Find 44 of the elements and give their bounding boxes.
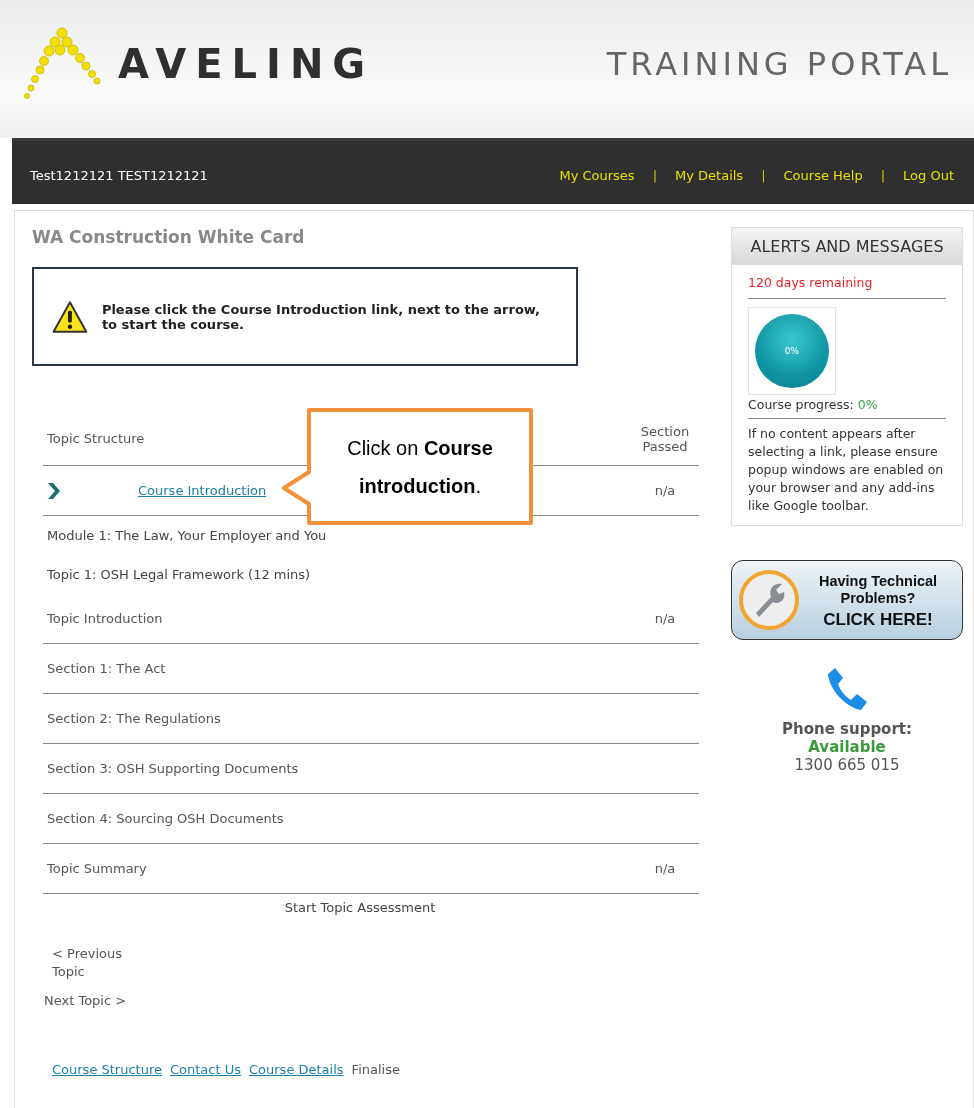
- tech-support-button[interactable]: Having Technical Problems? CLICK HERE!: [731, 560, 963, 640]
- section-heading: Module 1: The Law, Your Employer and You: [47, 528, 327, 543]
- nav-link[interactable]: My Details: [675, 168, 744, 183]
- assessment-link[interactable]: Start Topic Assessment: [284, 900, 436, 915]
- nav-link[interactable]: My Courses: [559, 168, 635, 183]
- progress-orb: 0%: [755, 314, 829, 388]
- course-title: WA Construction White Card: [32, 227, 306, 247]
- topic-item[interactable]: Topic Introduction: [47, 611, 163, 626]
- phone-number: 1300 665 015: [794, 756, 900, 774]
- brand-name: AVELING: [118, 41, 375, 87]
- callout: Click on Course introduction.: [281, 408, 533, 525]
- days-remaining: 120 days remaining: [748, 275, 946, 299]
- panel-header: ALERTS AND MESSAGES: [731, 227, 963, 265]
- user-name: Test1212121 TEST1212121: [30, 168, 208, 183]
- portal-title: TRAINING PORTAL: [606, 45, 952, 83]
- notice-text: Please click the Course Introduction link, next to the arrow, to start the course.: [101, 301, 541, 332]
- passed-status: n/a: [653, 861, 677, 876]
- passed-status: n/a: [653, 611, 677, 626]
- previous-topic-link[interactable]: < Previous Topic: [52, 945, 132, 981]
- topic-item[interactable]: Section 2: The Regulations: [47, 711, 221, 726]
- topic-item[interactable]: Section 4: Sourcing OSH Documents: [47, 811, 284, 826]
- phone-status: Available: [808, 738, 886, 756]
- phone-support-label: Phone support:: [782, 720, 912, 738]
- nav-separator: |: [652, 168, 657, 183]
- column-header: Topic Structure: [47, 431, 145, 446]
- passed-status: n/a: [653, 483, 677, 498]
- section-heading: Topic 1: OSH Legal Framework (12 mins): [47, 567, 311, 582]
- footer-text: Finalise: [351, 1062, 400, 1077]
- nav-link[interactable]: Course Help: [783, 168, 863, 183]
- topic-item[interactable]: Topic Summary: [47, 861, 147, 876]
- column-header: Section Passed: [639, 423, 691, 454]
- chevron-icon: [47, 482, 61, 499]
- topic-item[interactable]: Section 1: The Act: [47, 661, 166, 676]
- popup-note: If no content appears after selecting a link, please ensure popup windows are enabled on your browser and any add-ins like Google toolbar.: [748, 425, 945, 515]
- footer-link[interactable]: Course Details: [249, 1062, 344, 1077]
- footer-link[interactable]: Contact Us: [170, 1062, 241, 1077]
- wrench-icon: [738, 569, 800, 631]
- nav-separator: |: [761, 168, 766, 183]
- nav-link[interactable]: Log Out: [903, 168, 954, 183]
- topic-item[interactable]: Section 3: OSH Supporting Documents: [47, 761, 299, 776]
- footer-link[interactable]: Course Structure: [52, 1062, 162, 1077]
- nav-separator: |: [880, 168, 886, 183]
- course-introduction-link[interactable]: Course Introduction: [138, 483, 267, 498]
- next-topic-link[interactable]: Next Topic >: [44, 993, 127, 1008]
